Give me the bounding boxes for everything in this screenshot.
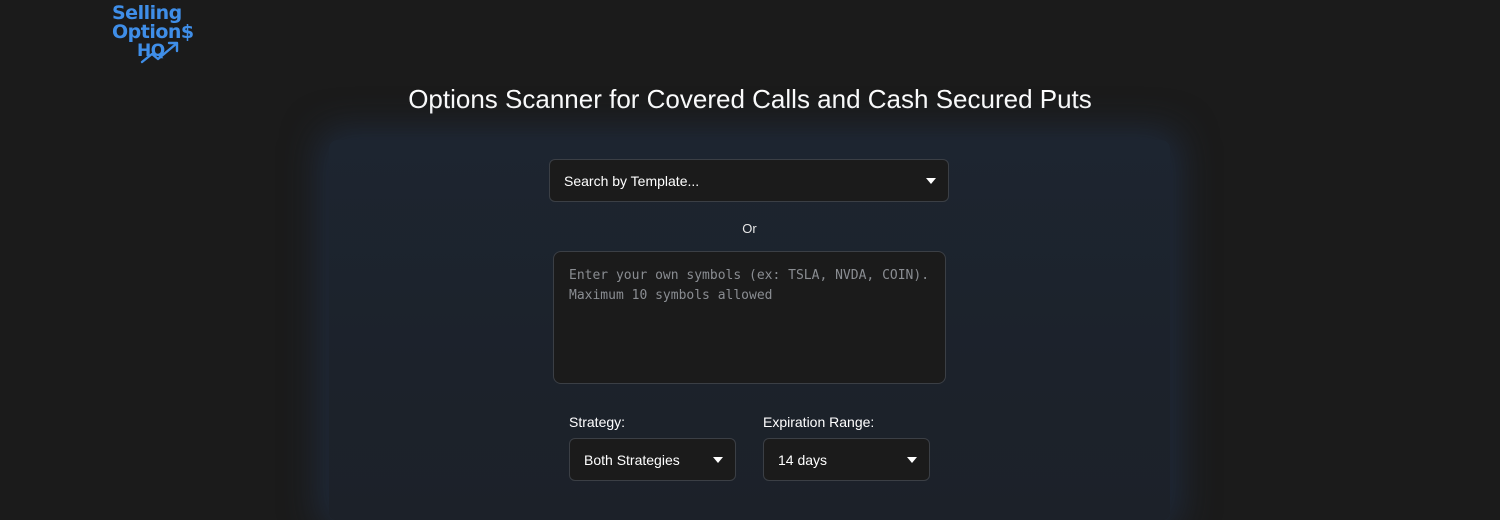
scanner-card: Search by Template... Or Strategy: Expir… (329, 140, 1170, 520)
caret-down-icon (926, 177, 936, 184)
brand-logo[interactable]: Selling Option$ HQ (112, 2, 202, 64)
template-select-value: Search by Template... (564, 172, 700, 189)
page-title: Options Scanner for Covered Calls and Ca… (408, 84, 1092, 114)
template-select[interactable]: Search by Template... (549, 159, 949, 202)
expiration-range-select-value: 14 days (778, 451, 828, 468)
caret-down-icon (907, 456, 917, 463)
logo-text-selling: Selling (112, 2, 182, 24)
symbols-input[interactable] (553, 251, 946, 384)
expiration-range-select[interactable]: 14 days (763, 438, 930, 481)
strategy-select[interactable]: Both Strategies (569, 438, 736, 481)
strategy-select-value: Both Strategies (584, 451, 680, 468)
strategy-label: Strategy: (569, 414, 626, 430)
trend-arrow-icon (140, 41, 179, 64)
or-separator-label: Or (742, 221, 757, 236)
caret-down-icon (713, 456, 723, 463)
expiration-range-label: Expiration Range: (763, 414, 875, 430)
logo-text-options: Option$ (112, 21, 194, 43)
